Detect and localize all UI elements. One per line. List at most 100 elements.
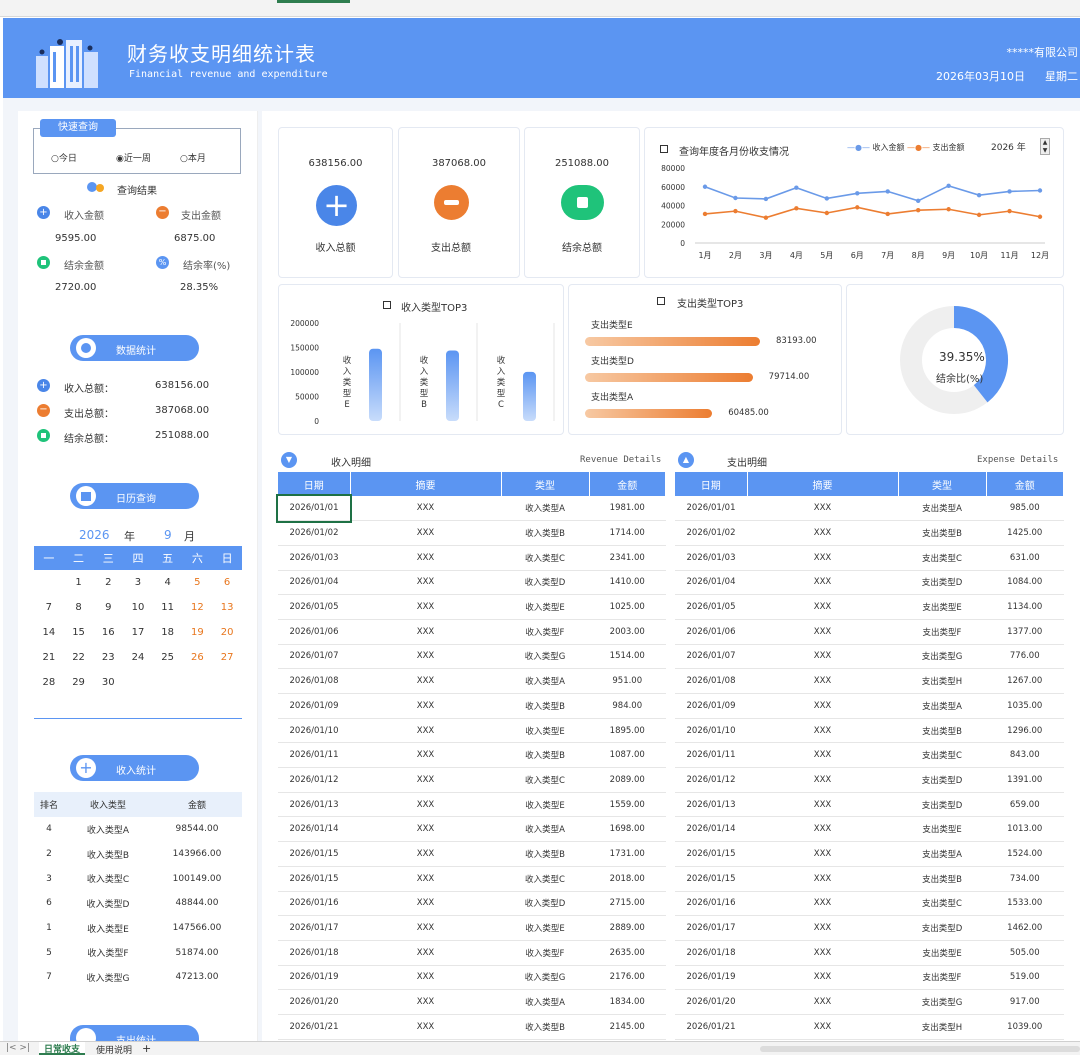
table-row[interactable]: 2026/01/05 XXX 支出类型E 1134.00 <box>675 594 1064 620</box>
table-cell[interactable]: 2026/01/15 <box>278 841 350 867</box>
table-row[interactable]: 2026/01/06 XXX 收入类型F 2003.00 <box>278 619 666 645</box>
table-cell[interactable]: 支出类型G <box>898 644 986 670</box>
table-cell[interactable]: 1731.00 <box>589 841 666 867</box>
radio-today[interactable]: ○今日 <box>51 151 77 164</box>
calendar-day[interactable]: 1 <box>64 570 94 595</box>
calendar-day[interactable]: 11 <box>153 595 183 620</box>
calendar-day[interactable]: 13 <box>212 595 242 620</box>
table-cell[interactable]: XXX <box>747 816 898 843</box>
table-cell[interactable]: 2003.00 <box>589 619 666 645</box>
table-cell[interactable]: XXX <box>350 594 501 620</box>
table-cell[interactable]: 2026/01/13 <box>278 792 350 818</box>
table-cell[interactable]: XXX <box>350 989 501 1015</box>
table-row[interactable]: 2026/01/03 XXX 收入类型C 2341.00 <box>278 545 666 571</box>
table-cell[interactable]: 支出类型D <box>898 915 986 941</box>
table-cell[interactable]: 支出类型D <box>898 767 986 793</box>
table-cell[interactable]: XXX <box>350 816 501 843</box>
table-cell[interactable]: 2026/01/11 <box>675 742 747 769</box>
calendar-day[interactable]: 25 <box>153 645 183 670</box>
table-cell[interactable]: 2026/01/12 <box>675 767 747 793</box>
table-row[interactable]: 2026/01/13 XXX 收入类型E 1559.00 <box>278 792 666 818</box>
table-row[interactable]: 2026/01/16 XXX 支出类型C 1533.00 <box>675 891 1064 917</box>
table-cell[interactable]: 支出类型A <box>898 496 986 522</box>
table-cell[interactable]: 2026/01/07 <box>278 644 350 670</box>
table-cell[interactable]: 2026/01/02 <box>278 520 350 546</box>
table-cell[interactable]: 1035.00 <box>986 693 1064 719</box>
table-cell[interactable]: 1134.00 <box>986 594 1064 620</box>
table-row[interactable]: 2026/01/21 XXX 支出类型H 1039.00 <box>675 1014 1064 1040</box>
table-cell[interactable]: 1834.00 <box>589 989 666 1015</box>
table-cell[interactable]: 支出类型E <box>898 816 986 843</box>
table-row[interactable]: 2026/01/19 XXX 支出类型F 519.00 <box>675 965 1064 991</box>
table-row[interactable]: 2026/01/09 XXX 支出类型A 1035.00 <box>675 693 1064 719</box>
calendar-day[interactable]: 22 <box>64 645 94 670</box>
table-cell[interactable]: 2026/01/09 <box>278 693 350 719</box>
table-cell[interactable]: 1377.00 <box>986 619 1064 645</box>
data-stats-button[interactable]: 数据统计 <box>70 335 199 361</box>
table-cell[interactable]: 659.00 <box>986 792 1064 818</box>
table-cell[interactable]: XXX <box>747 792 898 818</box>
table-row[interactable]: 2026/01/04 XXX 收入类型D 1410.00 <box>278 570 666 596</box>
calendar-day[interactable]: 12 <box>183 595 213 620</box>
table-cell[interactable]: 985.00 <box>986 496 1064 522</box>
table-cell[interactable]: XXX <box>747 989 898 1015</box>
table-cell[interactable]: 支出类型C <box>898 545 986 571</box>
table-cell[interactable]: XXX <box>350 496 501 522</box>
table-cell[interactable]: 984.00 <box>589 693 666 719</box>
table-cell[interactable]: XXX <box>350 570 501 596</box>
table-cell[interactable]: 1267.00 <box>986 668 1064 694</box>
table-cell[interactable]: 2026/01/18 <box>675 940 747 966</box>
year-spinner-icon[interactable]: ▲ ▼ <box>1040 138 1050 155</box>
table-cell[interactable]: 收入类型B <box>501 742 589 769</box>
table-cell[interactable]: XXX <box>747 693 898 719</box>
table-cell[interactable]: 776.00 <box>986 644 1064 670</box>
table-cell[interactable]: 734.00 <box>986 866 1064 892</box>
table-cell[interactable]: 支出类型A <box>898 693 986 719</box>
table-cell[interactable]: 支出类型D <box>898 792 986 818</box>
calendar-day[interactable]: 28 <box>34 670 64 695</box>
table-cell[interactable]: 2026/01/03 <box>675 545 747 571</box>
table-cell[interactable]: XXX <box>747 668 898 694</box>
table-cell[interactable]: 1698.00 <box>589 816 666 843</box>
table-cell[interactable]: XXX <box>350 619 501 645</box>
table-cell[interactable]: 2026/01/19 <box>675 965 747 991</box>
table-cell[interactable]: 收入类型F <box>501 940 589 966</box>
table-cell[interactable]: XXX <box>350 520 501 546</box>
table-cell[interactable]: 收入类型A <box>501 816 589 843</box>
calendar-day[interactable]: 7 <box>34 595 64 620</box>
table-row[interactable]: 2026/01/10 XXX 收入类型E 1895.00 <box>278 718 666 744</box>
sheet-nav-arrows[interactable]: |< >| <box>6 1043 30 1053</box>
table-cell[interactable]: XXX <box>350 965 501 991</box>
table-row[interactable]: 2026/01/15 XXX 收入类型C 2018.00 <box>278 866 666 892</box>
calendar-day[interactable]: 15 <box>64 620 94 645</box>
sheet-tab-daily[interactable]: 日常收支 <box>39 1042 85 1055</box>
table-row[interactable]: 2026/01/18 XXX 收入类型F 2635.00 <box>278 940 666 966</box>
table-cell[interactable]: 2026/01/07 <box>675 644 747 670</box>
table-cell[interactable]: 2026/01/18 <box>278 940 350 966</box>
table-row[interactable]: 2026/01/13 XXX 支出类型D 659.00 <box>675 792 1064 818</box>
table-cell[interactable]: XXX <box>747 644 898 670</box>
table-cell[interactable]: 2026/01/09 <box>675 693 747 719</box>
table-cell[interactable]: 2026/01/10 <box>675 718 747 744</box>
table-cell[interactable]: 2026/01/21 <box>675 1014 747 1040</box>
table-cell[interactable]: 支出类型E <box>898 940 986 966</box>
table-row[interactable]: 2026/01/01 XXX 支出类型A 985.00 <box>675 496 1064 522</box>
table-row[interactable]: 2026/01/15 XXX 支出类型B 734.00 <box>675 866 1064 892</box>
table-row[interactable]: 2026/01/18 XXX 支出类型E 505.00 <box>675 940 1064 966</box>
calendar-day[interactable]: 30 <box>93 670 123 695</box>
table-cell[interactable]: 1087.00 <box>589 742 666 769</box>
table-cell[interactable]: 1084.00 <box>986 570 1064 596</box>
calendar-day[interactable]: 9 <box>93 595 123 620</box>
table-row[interactable]: 2026/01/11 XXX 支出类型C 843.00 <box>675 742 1064 769</box>
table-cell[interactable]: 519.00 <box>986 965 1064 991</box>
table-cell[interactable]: 2026/01/06 <box>278 619 350 645</box>
table-cell[interactable]: 1462.00 <box>986 915 1064 941</box>
table-row[interactable]: 2026/01/02 XXX 收入类型B 1714.00 <box>278 520 666 546</box>
table-cell[interactable]: 1533.00 <box>986 891 1064 917</box>
table-cell[interactable]: 收入类型E <box>501 915 589 941</box>
calendar-day[interactable]: 23 <box>93 645 123 670</box>
table-cell[interactable]: 支出类型B <box>898 520 986 546</box>
table-cell[interactable]: 2341.00 <box>589 545 666 571</box>
calendar-day[interactable]: 29 <box>64 670 94 695</box>
table-cell[interactable]: 支出类型B <box>898 866 986 892</box>
